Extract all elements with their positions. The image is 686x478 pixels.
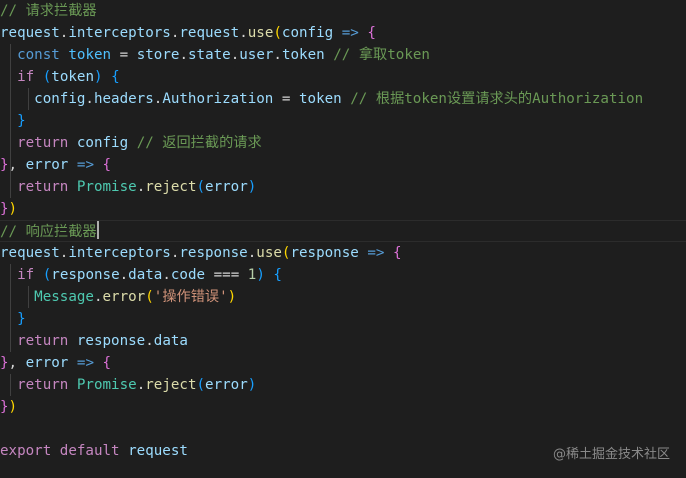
code-line-9[interactable]: return Promise.reject(error) [0, 176, 686, 198]
code-line-16[interactable]: return response.data [0, 330, 686, 352]
class-name: Promise [76, 179, 137, 195]
class-name: Promise [76, 377, 137, 393]
arrow: => [76, 355, 94, 371]
code-line-2[interactable]: request.interceptors.request.use(config … [0, 22, 686, 44]
identifier: Authorization [162, 91, 274, 107]
code-line-11[interactable]: // 响应拦截器 [0, 220, 686, 242]
function-name: use [256, 245, 282, 261]
code-line-17[interactable]: }, error => { [0, 352, 686, 374]
text-cursor [96, 221, 99, 239]
identifier: config [76, 135, 129, 151]
param: config [281, 25, 334, 41]
code-line-10[interactable]: }) [0, 198, 686, 220]
keyword: default [59, 443, 120, 459]
param: response [290, 245, 359, 261]
code-line-6[interactable]: } [0, 110, 686, 132]
code-line-13[interactable]: if (response.data.code === 1) { [0, 264, 686, 286]
comment: // 根据token设置请求头的Authorization [350, 91, 644, 107]
identifier: interceptors [68, 25, 171, 41]
identifier: request [179, 25, 240, 41]
code-line-14[interactable]: Message.error('操作错误') [0, 286, 686, 308]
identifier: headers [93, 91, 154, 107]
keyword: return [17, 333, 69, 349]
arrow: => [367, 245, 385, 261]
code-line-18[interactable]: return Promise.reject(error) [0, 374, 686, 396]
identifier: response [179, 245, 248, 261]
identifier: config [34, 91, 86, 107]
code-line-7[interactable]: return config // 返回拦截的请求 [0, 132, 686, 154]
identifier: token [281, 47, 325, 63]
string: '操作错误' [153, 289, 228, 305]
comment: // 拿取token [333, 47, 430, 63]
identifier: request [0, 25, 60, 41]
keyword: if [17, 267, 35, 283]
keyword: const [17, 47, 60, 63]
param: error [25, 157, 69, 173]
keyword: return [17, 135, 69, 151]
code-line-4[interactable]: if (token) { [0, 66, 686, 88]
keyword: return [17, 377, 69, 393]
identifier: request [0, 245, 60, 261]
keyword: if [17, 69, 35, 85]
class-name: Message [34, 289, 94, 305]
comment: // 返回拦截的请求 [136, 135, 262, 151]
operator: === [213, 267, 240, 283]
code-editor[interactable]: // 请求拦截器 request.interceptors.request.us… [0, 0, 686, 478]
identifier: token [299, 91, 342, 107]
function-name: error [102, 289, 146, 305]
identifier: request [128, 443, 188, 459]
identifier: user [239, 47, 274, 63]
identifier: error [205, 377, 248, 393]
arrow: => [341, 25, 359, 41]
keyword: return [17, 179, 69, 195]
arrow: => [76, 157, 94, 173]
identifier: code [170, 267, 206, 283]
code-line-20[interactable] [0, 418, 686, 440]
watermark-text: @稀土掘金技术社区 [552, 447, 670, 462]
code-line-1[interactable]: // 请求拦截器 [0, 0, 686, 22]
keyword: export [0, 443, 52, 459]
identifier: interceptors [68, 245, 171, 261]
identifier: data [128, 267, 163, 283]
code-line-5[interactable]: config.headers.Authorization = token // … [0, 88, 686, 110]
identifier: token [68, 47, 112, 63]
param: error [25, 355, 69, 371]
function-name: reject [145, 179, 197, 195]
identifier: response [51, 267, 120, 283]
code-line-8[interactable]: }, error => { [0, 154, 686, 176]
code-line-3[interactable]: const token = store.state.user.token // … [0, 44, 686, 66]
identifier: state [187, 47, 231, 63]
identifier: store [136, 47, 180, 63]
code-line-12[interactable]: request.interceptors.response.use(respon… [0, 242, 686, 264]
identifier: data [153, 333, 188, 349]
identifier: token [51, 69, 94, 85]
function-name: use [247, 25, 274, 41]
code-line-15[interactable]: } [0, 308, 686, 330]
comment: // 请求拦截器 [0, 3, 97, 19]
comment: // 响应拦截器 [0, 224, 97, 240]
identifier: error [205, 179, 248, 195]
identifier: response [76, 333, 146, 349]
code-line-19[interactable]: }) [0, 396, 686, 418]
function-name: reject [145, 377, 197, 393]
